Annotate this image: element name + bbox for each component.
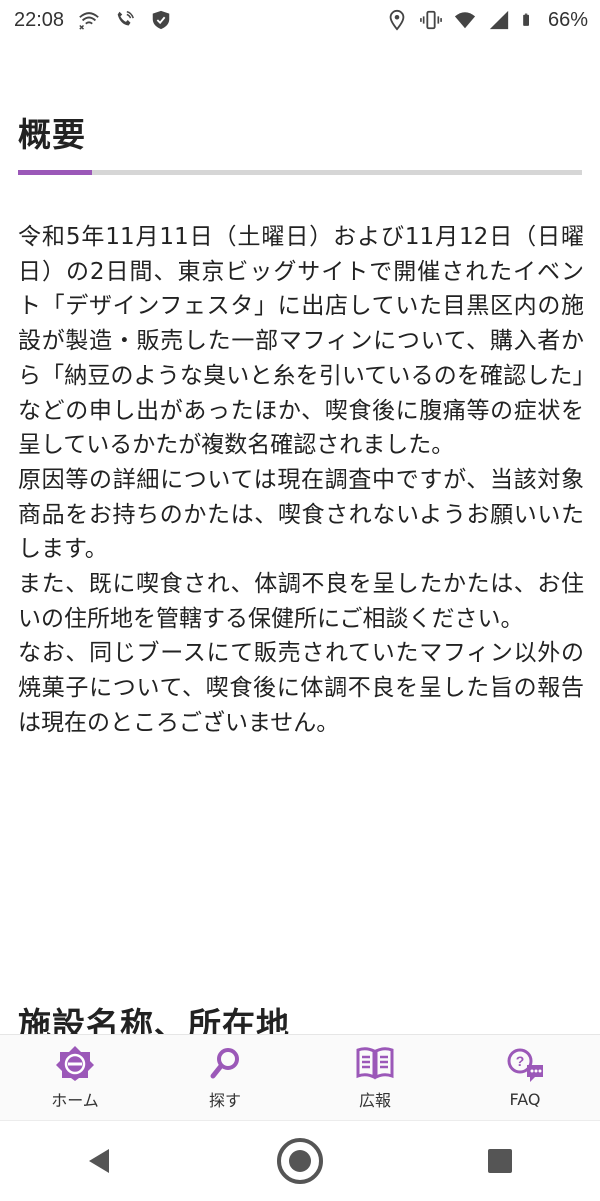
status-bar: 22:08 66% xyxy=(0,0,600,40)
nav-home[interactable]: ホーム xyxy=(0,1045,150,1111)
recents-square-icon xyxy=(488,1149,512,1173)
overview-body: 令和5年11月11日（土曜日）および11月12日（日曜日）の2日間、東京ビッグサ… xyxy=(18,220,584,741)
nav-home-label: ホーム xyxy=(51,1091,99,1110)
call-on-icon xyxy=(117,11,135,26)
back-triangle-icon xyxy=(89,1149,109,1173)
nav-search[interactable]: 探す xyxy=(150,1045,300,1111)
home-emblem-icon xyxy=(55,1045,95,1081)
vibrate-icon xyxy=(420,10,442,30)
home-circle-icon xyxy=(277,1138,323,1184)
battery-icon xyxy=(523,13,529,26)
system-navigation-bar xyxy=(0,1120,600,1201)
nav-koho-label: 広報 xyxy=(358,1091,391,1110)
overview-paragraph: 令和5年11月11日（土曜日）および11月12日（日曜日）の2日間、東京ビッグサ… xyxy=(18,224,584,459)
status-time: 22:08 xyxy=(14,8,65,31)
faq-chat-icon: ? xyxy=(505,1048,545,1084)
divider-accent xyxy=(18,170,92,175)
wifi-icon xyxy=(454,12,476,29)
location-icon xyxy=(389,9,405,31)
nav-search-label: 探す xyxy=(208,1091,241,1110)
svg-text:?: ? xyxy=(516,1053,525,1069)
book-icon xyxy=(355,1045,395,1081)
nav-faq-label: FAQ xyxy=(509,1089,541,1109)
section-divider xyxy=(18,170,582,175)
recents-button[interactable] xyxy=(470,1131,530,1191)
signal-icon xyxy=(489,10,509,30)
shield-icon xyxy=(152,10,170,30)
section-title-overview: 概要 xyxy=(18,115,86,154)
back-button[interactable] xyxy=(70,1131,130,1191)
battery-percent: 66% xyxy=(547,8,588,31)
nav-koho[interactable]: 広報 xyxy=(300,1045,450,1111)
wifi-x-icon xyxy=(79,12,99,30)
bottom-navigation: ホーム 探す 広報 ? FAQ xyxy=(0,1034,600,1121)
overview-paragraph: なお、同じブースにて販売されていたマフィン以外の焼菓子について、喫食後に体調不良… xyxy=(18,640,584,736)
home-button[interactable] xyxy=(270,1131,330,1191)
search-icon xyxy=(205,1045,245,1081)
overview-paragraph: また、既に喫食され、体調不良を呈したかたは、お住いの住所地を管轄する保健所にご相… xyxy=(18,571,584,632)
nav-faq[interactable]: ? FAQ xyxy=(450,1048,600,1109)
overview-paragraph: 原因等の詳細については現在調査中ですが、当該対象商品をお持ちのかたは、喫食されな… xyxy=(18,466,584,563)
